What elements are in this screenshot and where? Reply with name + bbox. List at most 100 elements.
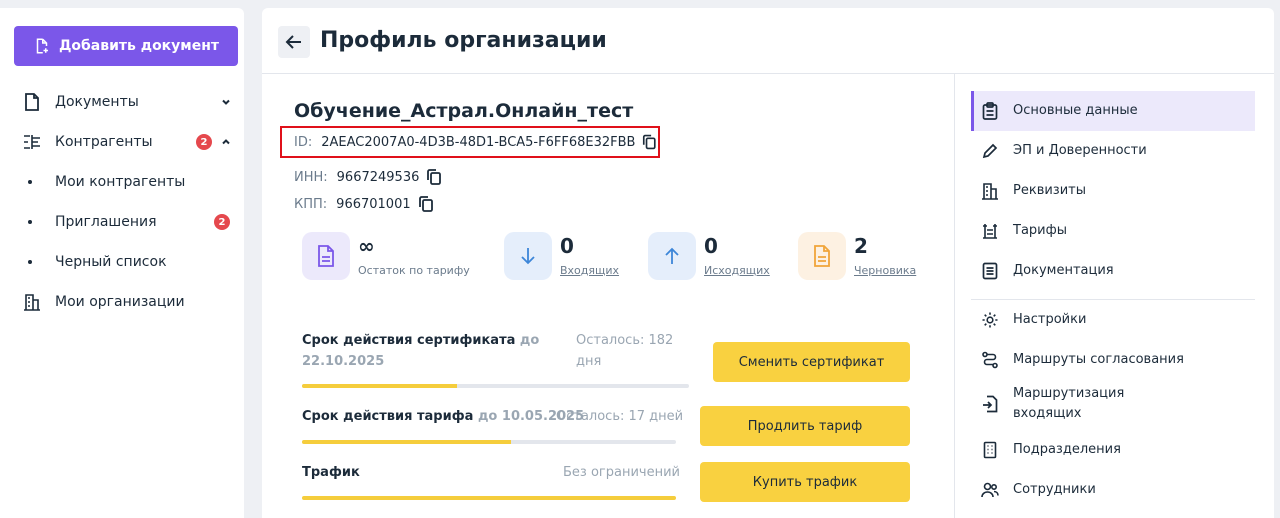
tariff-progress-bar [302,440,676,444]
id-value: 2AEAC2007A0-4D3B-48D1-BCA5-F6FF68E32FBB [321,134,636,150]
certificate-progress-bar [302,384,689,388]
sidebar-item-label: Приглашения [55,214,157,230]
clipboard-icon [981,102,999,120]
sidebar-item-documents[interactable]: Документы [22,90,232,114]
copy-icon[interactable] [417,195,435,213]
building-icon [981,182,999,200]
route-icon [981,351,999,369]
pen-icon [981,142,999,160]
menu-item-main-data[interactable]: Основные данные [971,91,1255,131]
kpp-value: 966701001 [336,196,411,212]
extend-tariff-button[interactable]: Продлить тариф [700,406,910,446]
menu-item-label: ЭП и Доверенности [1013,143,1147,158]
sidebar-item-label: Документы [55,94,139,110]
users-icon [981,481,999,499]
sidebar-item-invitations[interactable]: Приглашения 2 [28,210,232,234]
notification-badge: 2 [196,134,212,150]
notification-badge: 2 [214,214,230,230]
sidebar-item-label: Мои контрагенты [55,174,186,190]
page-title: Профиль организации [320,28,607,53]
menu-item-label: Настройки [1013,312,1087,327]
kpp-row: КПП: 966701001 [294,192,435,216]
sidebar-item-my-counterparties[interactable]: Мои контрагенты [28,170,232,194]
add-document-icon [36,38,48,54]
menu-item-label: Документация [1013,263,1114,278]
organization-id-row: ID: 2AEAC2007A0-4D3B-48D1-BCA5-F6FF68E32… [280,126,660,158]
sidebar-item-blacklist[interactable]: Черный список [28,250,232,274]
profile-content: Обучение_Астрал.Онлайн_тест ID: 2AEAC200… [262,74,954,518]
menu-item-label: Сотрудники [1013,482,1096,497]
bullet-icon [28,220,32,224]
menu-item-departments[interactable]: Подразделения [971,430,1255,470]
id-label: ID: [294,134,313,150]
draft-document-icon [798,232,846,280]
traffic-remaining: Без ограничений [563,465,680,480]
menu-item-label: Маршруты согласования [1013,352,1184,367]
inn-value: 9667249536 [336,169,420,185]
menu-item-label: Основные данные [1013,103,1138,118]
menu-item-label: Маршрутизация входящих [1013,386,1125,421]
certificate-remaining: Осталось: 182 дня [576,333,674,369]
stat-drafts[interactable]: 2 Черновика [798,232,916,280]
menu-item-documentation[interactable]: Документация [971,251,1255,291]
incoming-document-icon [981,395,999,413]
stat-value: ∞ [358,234,375,258]
sidebar: Добавить документ Документы Контрагенты … [0,8,244,518]
stat-value: 0 [560,234,574,258]
certificate-progress-fill [302,384,457,388]
tariff-term-title: Срок действия тарифа до 10.05.2025 [302,406,584,427]
drafts-link[interactable]: Черновика [854,264,916,277]
stat-incoming[interactable]: 0 Входящих [504,232,619,280]
page-header: Профиль организации [262,8,1274,74]
tariff-progress-fill [302,440,512,444]
bullet-icon [28,180,32,184]
menu-item-tariffs[interactable]: Тарифы [971,211,1255,251]
certificate-term-label: Срок действия сертификата [302,333,516,348]
sidebar-item-counterparties[interactable]: Контрагенты 2 [22,130,232,154]
organization-name: Обучение_Астрал.Онлайн_тест [294,100,634,122]
tariff-term-label: Срок действия тарифа [302,409,474,424]
building-icon [22,292,42,312]
back-button[interactable] [278,26,310,58]
sidebar-item-label: Черный список [55,254,167,270]
stat-value: 0 [704,234,718,258]
menu-item-label: Тарифы [1013,223,1067,238]
menu-item-label: Подразделения [1013,442,1121,457]
tariff-remaining: Осталось: 17 дней [556,409,684,424]
counterparties-icon [22,132,42,152]
kpp-label: КПП: [294,196,328,212]
stat-label: Остаток по тарифу [358,264,470,277]
incoming-link[interactable]: Входящих [560,264,619,277]
gear-icon [981,311,999,329]
sidebar-item-label: Мои организации [55,294,185,310]
menu-item-settings[interactable]: Настройки [971,300,1255,340]
menu-item-incoming-routing[interactable]: Маршрутизация входящих [971,380,1255,428]
copy-icon[interactable] [425,168,443,186]
profile-section-menu: Основные данные ЭП и Доверенности Реквиз… [954,74,1274,518]
list-document-icon [981,262,999,280]
sidebar-item-label: Контрагенты [55,134,153,150]
menu-item-requisites[interactable]: Реквизиты [971,171,1255,211]
document-icon [22,92,42,112]
sidebar-item-my-organizations[interactable]: Мои организации [22,290,232,314]
menu-item-label: Реквизиты [1013,183,1086,198]
menu-item-signatures[interactable]: ЭП и Доверенности [971,131,1255,171]
outgoing-link[interactable]: Исходящих [704,264,770,277]
add-document-button[interactable]: Добавить документ [14,26,238,66]
chevron-up-icon [222,139,230,145]
inn-row: ИНН: 9667249536 [294,165,443,189]
add-document-label: Добавить документ [58,38,220,54]
menu-item-employees[interactable]: Сотрудники [971,470,1255,510]
buy-traffic-button[interactable]: Купить трафик [700,462,910,502]
chevron-down-icon [222,99,230,105]
traffic-progress-fill [302,496,676,500]
menu-item-approval-routes[interactable]: Маршруты согласования [971,340,1255,380]
stat-outgoing[interactable]: 0 Исходящих [648,232,770,280]
arrow-left-icon [285,35,301,49]
inn-label: ИНН: [294,169,328,185]
arrow-down-icon [504,232,552,280]
change-certificate-button[interactable]: Сменить сертификат [713,342,910,382]
copy-icon[interactable] [641,133,658,151]
certificate-term-title: Срок действия сертификата до 22.10.2025 [302,330,552,372]
traffic-progress-bar [302,496,676,500]
